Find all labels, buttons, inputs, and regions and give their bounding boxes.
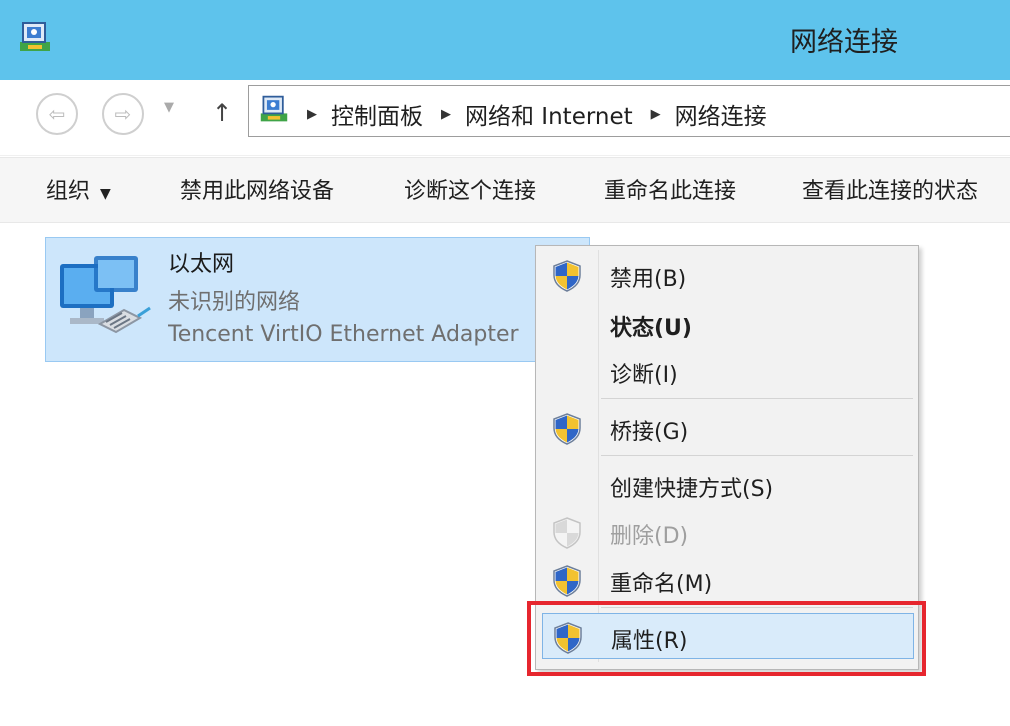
menu-item-label: 删除(D) xyxy=(610,524,689,549)
menu-item-label: 禁用(B) xyxy=(610,267,687,292)
breadcrumb-separator-icon[interactable]: ▶ xyxy=(307,107,317,122)
organize-label: 组织 xyxy=(46,179,91,204)
disable-device-button[interactable]: 禁用此网络设备 xyxy=(180,173,334,205)
control-panel-network-icon xyxy=(259,94,289,124)
breadcrumb-separator-icon[interactable]: ▶ xyxy=(651,107,661,122)
menu-item-label: 诊断(I) xyxy=(610,363,678,388)
menu-item-create-shortcut[interactable]: 创建快捷方式(S) xyxy=(536,462,918,508)
adapter-name: Tencent VirtIO Ethernet Adapter xyxy=(168,322,519,347)
breadcrumb-separator-icon[interactable]: ▶ xyxy=(441,107,451,122)
menu-item-label: 桥接(G) xyxy=(610,420,689,445)
breadcrumb: ▶ 控制面板 ▶ 网络和 Internet ▶ 网络连接 xyxy=(307,97,785,131)
up-arrow-icon[interactable]: ↑ xyxy=(206,93,238,133)
connection-name: 以太网 xyxy=(168,252,235,277)
connection-status: 未识别的网络 xyxy=(168,290,301,315)
chevron-down-icon: ▼ xyxy=(100,186,111,202)
connection-item-ethernet[interactable]: 以太网 未识别的网络 Tencent VirtIO Ethernet Adapt… xyxy=(45,237,590,362)
menu-item-rename[interactable]: 重命名(M) xyxy=(536,557,918,603)
title-bar: 网络连接 xyxy=(0,0,1010,80)
recent-locations-chevron-icon[interactable]: ▼ xyxy=(164,100,174,115)
uac-shield-icon xyxy=(552,413,582,445)
menu-item-delete: 删除(D) xyxy=(536,509,918,555)
menu-item-label: 重命名(M) xyxy=(610,572,713,597)
menu-item-label: 创建快捷方式(S) xyxy=(610,477,774,502)
breadcrumb-network-internet[interactable]: 网络和 Internet xyxy=(465,97,633,131)
highlight-callout-box xyxy=(527,601,926,676)
menu-item-diagnose[interactable]: 诊断(I) xyxy=(536,348,918,394)
breadcrumb-network-connections[interactable]: 网络连接 xyxy=(675,97,767,131)
uac-shield-icon xyxy=(552,565,582,597)
uac-shield-icon xyxy=(552,260,582,292)
organize-menu-button[interactable]: 组织 ▼ xyxy=(46,173,111,205)
forward-arrow-icon[interactable]: ⇨ xyxy=(102,93,144,135)
view-status-button[interactable]: 查看此连接的状态 xyxy=(802,173,978,205)
rename-connection-button[interactable]: 重命名此连接 xyxy=(604,173,736,205)
breadcrumb-control-panel[interactable]: 控制面板 xyxy=(331,97,423,131)
menu-separator xyxy=(601,398,913,399)
ethernet-adapter-icon xyxy=(60,256,151,334)
back-arrow-icon[interactable]: ⇦ xyxy=(36,93,78,135)
menu-separator xyxy=(601,455,913,456)
menu-item-status[interactable]: 状态(U) xyxy=(536,301,918,347)
address-box[interactable]: ▶ 控制面板 ▶ 网络和 Internet ▶ 网络连接 xyxy=(248,85,1010,137)
diagnose-connection-button[interactable]: 诊断这个连接 xyxy=(404,173,536,205)
menu-item-disable[interactable]: 禁用(B) xyxy=(536,252,918,298)
network-connections-icon xyxy=(18,20,52,54)
menu-item-bridge[interactable]: 桥接(G) xyxy=(536,405,918,451)
uac-shield-disabled-icon xyxy=(552,517,582,549)
menu-item-label: 状态(U) xyxy=(610,316,692,341)
window-title: 网络连接 xyxy=(790,27,898,58)
